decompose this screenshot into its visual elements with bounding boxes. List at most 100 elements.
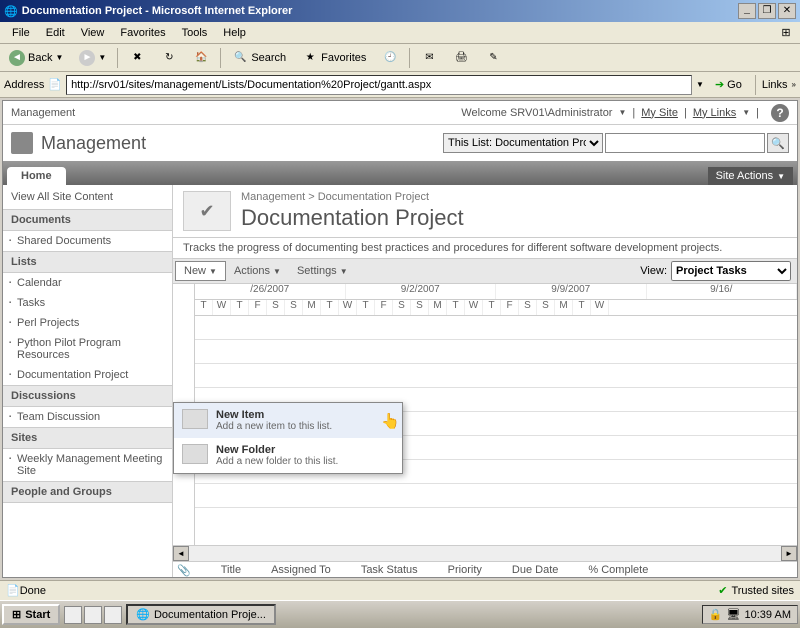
- gantt-chart: /26/2007 9/2/2007 9/9/2007 9/16/ TWTFSSM…: [173, 284, 797, 545]
- address-label: Address: [4, 79, 44, 91]
- actions-button[interactable]: Actions▼: [226, 262, 289, 280]
- refresh-button[interactable]: ↻: [154, 47, 184, 69]
- site-actions-button[interactable]: Site Actions▼: [708, 167, 793, 185]
- view-select[interactable]: Project Tasks: [671, 261, 791, 281]
- close-button[interactable]: ✕: [778, 3, 796, 19]
- breadcrumb[interactable]: Management > Documentation Project: [241, 191, 464, 203]
- home-button[interactable]: 🏠: [186, 47, 216, 69]
- sp-header: Management This List: Documentation Proj…: [3, 125, 797, 161]
- col-status[interactable]: Task Status: [361, 564, 418, 577]
- sidebar-item-team-discussion[interactable]: Team Discussion: [3, 407, 172, 427]
- sidebar-item-python-pilot[interactable]: Python Pilot Program Resources: [3, 333, 172, 365]
- system-tray: 🔒 🖥 10:39 AM: [702, 605, 798, 624]
- menu-file[interactable]: File: [4, 25, 38, 41]
- sidebar-item-calendar[interactable]: Calendar: [3, 273, 172, 293]
- edit-button[interactable]: ✎: [478, 47, 508, 69]
- gantt-row: [195, 340, 797, 364]
- view-all-site-content[interactable]: View All Site Content: [3, 185, 172, 209]
- sidebar-item-documentation-project[interactable]: Documentation Project: [3, 365, 172, 385]
- ie-icon: 🌐: [136, 608, 150, 621]
- scroll-right-button[interactable]: ►: [781, 546, 797, 561]
- windows-icon: ⊞: [12, 608, 21, 621]
- minimize-button[interactable]: _: [738, 3, 756, 19]
- page-title: Documentation Project: [241, 205, 464, 231]
- address-input[interactable]: [66, 75, 692, 95]
- menu-new-item[interactable]: New Item Add a new item to this list.: [174, 403, 402, 438]
- start-button[interactable]: ⊞Start: [2, 604, 60, 625]
- menu-help[interactable]: Help: [215, 25, 254, 41]
- app-icon: 🌐: [4, 5, 18, 18]
- favorites-button[interactable]: ★Favorites: [295, 47, 373, 69]
- window-titlebar: 🌐Documentation Project - Microsoft Inter…: [0, 0, 800, 22]
- menu-tools[interactable]: Tools: [174, 25, 216, 41]
- quick-launch: [64, 606, 122, 624]
- gantt-row: [195, 484, 797, 508]
- quick-launch-item[interactable]: [64, 606, 82, 624]
- search-icon: 🔍: [232, 50, 248, 66]
- col-assigned[interactable]: Assigned To: [271, 564, 331, 577]
- search-go-button[interactable]: 🔍: [767, 133, 789, 153]
- go-button[interactable]: ➔Go: [708, 75, 749, 94]
- mail-button[interactable]: ✉: [414, 47, 444, 69]
- print-button[interactable]: 🖨: [446, 47, 476, 69]
- search-button[interactable]: 🔍Search: [225, 47, 293, 69]
- sidebar-item-shared-documents[interactable]: Shared Documents: [3, 231, 172, 251]
- tab-home[interactable]: Home: [7, 167, 66, 185]
- menu-view[interactable]: View: [73, 25, 113, 41]
- my-site-link[interactable]: My Site: [641, 107, 678, 119]
- gantt-row: [195, 364, 797, 388]
- sidebar-item-tasks[interactable]: Tasks: [3, 293, 172, 313]
- site-title[interactable]: Management: [41, 133, 146, 154]
- maximize-button[interactable]: ❐: [758, 3, 776, 19]
- back-button[interactable]: ◄Back▼: [2, 47, 70, 69]
- page-content: ✔ Management > Documentation Project Doc…: [173, 185, 797, 578]
- browser-viewport: Management Welcome SRV01\Administrator▼ …: [2, 100, 798, 578]
- address-bar: Address 📄 ▼ ➔Go Links »: [0, 72, 800, 98]
- sidebar-item-perl-projects[interactable]: Perl Projects: [3, 313, 172, 333]
- page-icon: 📄: [48, 78, 62, 91]
- status-bar: 📄 Done ✔ Trusted sites: [0, 580, 800, 600]
- sidebar-item-weekly-meeting[interactable]: Weekly Management Meeting Site: [3, 449, 172, 481]
- trusted-sites-icon: ✔: [718, 584, 727, 597]
- menu-new-folder[interactable]: New Folder Add a new folder to this list…: [174, 438, 402, 473]
- taskbar-app-button[interactable]: 🌐Documentation Proje...: [126, 604, 276, 625]
- col-title[interactable]: Title: [221, 564, 241, 577]
- top-site-link[interactable]: Management: [11, 107, 75, 119]
- search-input[interactable]: [605, 133, 765, 153]
- mail-icon: ✉: [421, 50, 437, 66]
- new-item-icon: [182, 409, 208, 429]
- search-scope-select[interactable]: This List: Documentation Project: [443, 133, 603, 153]
- history-button[interactable]: 🕘: [375, 47, 405, 69]
- forward-button[interactable]: ►▼: [72, 47, 113, 69]
- tray-icon[interactable]: 🔒: [709, 608, 723, 621]
- welcome-user[interactable]: Welcome SRV01\Administrator: [461, 107, 612, 119]
- col-priority[interactable]: Priority: [448, 564, 482, 577]
- column-headers: 📎 Title Assigned To Task Status Priority…: [173, 561, 797, 578]
- address-dropdown[interactable]: ▼: [696, 80, 704, 89]
- menu-edit[interactable]: Edit: [38, 25, 73, 41]
- stop-button[interactable]: ✖: [122, 47, 152, 69]
- list-toolbar: New▼ Actions▼ Settings▼ View: Project Ta…: [173, 258, 797, 284]
- col-due[interactable]: Due Date: [512, 564, 558, 577]
- zone-text: Trusted sites: [731, 585, 794, 597]
- edit-icon: ✎: [485, 50, 501, 66]
- help-icon[interactable]: ?: [771, 104, 789, 122]
- site-logo: [11, 132, 33, 154]
- tray-icon[interactable]: 🖥: [727, 608, 741, 621]
- links-button[interactable]: Links: [762, 79, 788, 91]
- gantt-date-header: /26/2007 9/2/2007 9/9/2007 9/16/: [195, 284, 797, 300]
- scroll-left-button[interactable]: ◄: [173, 546, 189, 561]
- magnifier-icon: 🔍: [771, 137, 785, 150]
- menu-item-title: New Item: [216, 409, 332, 421]
- menu-favorites[interactable]: Favorites: [112, 25, 173, 41]
- quick-launch-item[interactable]: [104, 606, 122, 624]
- gantt-hscrollbar[interactable]: ◄ ►: [173, 545, 797, 561]
- new-folder-icon: [182, 444, 208, 464]
- my-links-link[interactable]: My Links: [693, 107, 736, 119]
- quick-launch-item[interactable]: [84, 606, 102, 624]
- new-button[interactable]: New▼: [175, 261, 226, 281]
- col-complete[interactable]: % Complete: [588, 564, 648, 577]
- settings-button[interactable]: Settings▼: [289, 262, 356, 280]
- sidebar-section-people: People and Groups: [3, 481, 172, 503]
- cursor-icon: 👆: [381, 412, 400, 430]
